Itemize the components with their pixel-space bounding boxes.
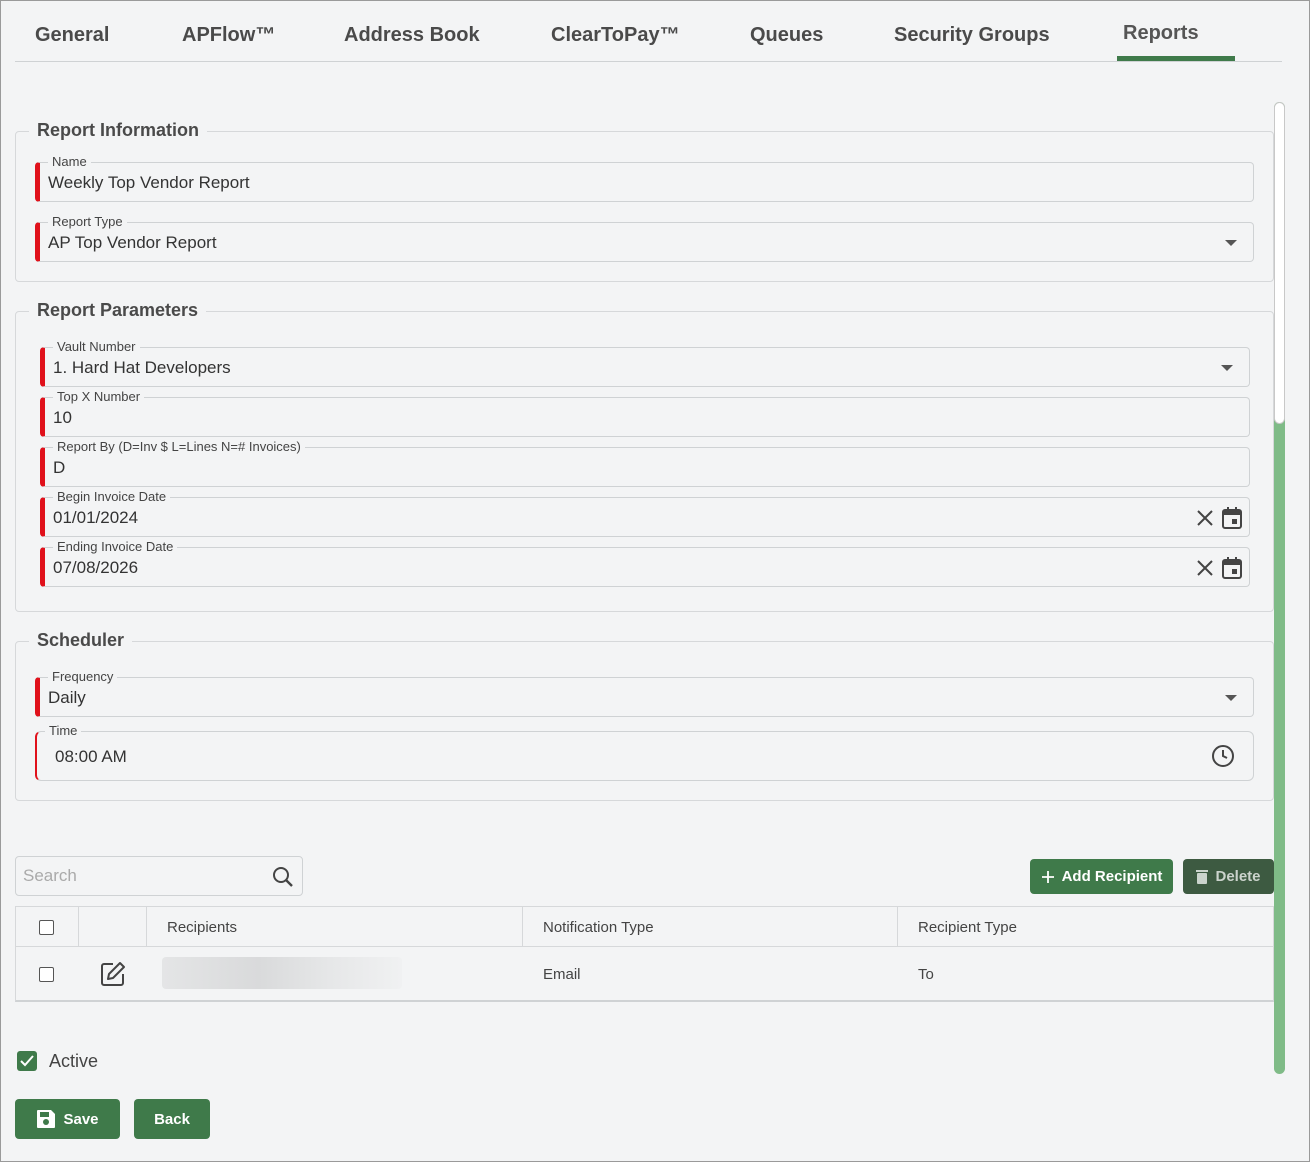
search-box <box>15 856 303 896</box>
add-recipient-button[interactable]: Add Recipient <box>1030 859 1173 894</box>
back-button[interactable]: Back <box>134 1099 210 1139</box>
vault-number-value: 1. Hard Hat Developers <box>53 358 231 377</box>
search-input[interactable] <box>16 857 266 895</box>
select-all-checkbox[interactable] <box>39 919 54 935</box>
scrollbar-thumb[interactable] <box>1274 102 1285 424</box>
report-parameters-section: Report Parameters Vault Number 1. Hard H… <box>15 300 1274 612</box>
vault-number-select[interactable]: Vault Number 1. Hard Hat Developers <box>40 339 1250 387</box>
notification-type-cell: Email <box>543 965 581 983</box>
chevron-down-icon[interactable] <box>1225 695 1237 701</box>
report-type-value: AP Top Vendor Report <box>48 233 217 252</box>
report-type-select[interactable]: Report Type AP Top Vendor Report <box>35 214 1254 262</box>
tab-apflow[interactable]: APFlow™ <box>182 24 275 47</box>
report-by-value: D <box>53 458 66 477</box>
recipients-column-header[interactable]: Recipients <box>147 907 523 947</box>
delete-button[interactable]: Delete <box>1183 859 1274 894</box>
back-label: Back <box>154 1110 190 1128</box>
name-value: Weekly Top Vendor Report <box>48 173 250 192</box>
save-button[interactable]: Save <box>15 1099 120 1139</box>
recipients-table: Recipients Notification Type Recipient T… <box>15 906 1274 1002</box>
scheduler-section: Scheduler Frequency Daily Time 08:00 AM <box>15 630 1274 801</box>
tab-bar: General APFlow™ Address Book ClearToPay™… <box>15 0 1282 62</box>
report-by-field[interactable]: Report By (D=Inv $ L=Lines N=# Invoices)… <box>40 439 1250 487</box>
chevron-down-icon[interactable] <box>1221 365 1233 371</box>
begin-invoice-date-field[interactable]: Begin Invoice Date 01/01/2024 <box>40 489 1250 537</box>
recipient-redacted <box>162 957 402 989</box>
add-recipient-label: Add Recipient <box>1061 868 1163 885</box>
top-x-number-value: 10 <box>53 408 72 427</box>
active-tab-indicator <box>1117 56 1235 61</box>
top-x-number-field[interactable]: Top X Number 10 <box>40 389 1250 437</box>
field-label: Top X Number <box>53 389 145 404</box>
check-icon <box>20 1055 34 1067</box>
active-label: Active <box>49 1050 99 1071</box>
save-icon <box>37 1110 56 1128</box>
field-label: Report Type <box>48 214 127 229</box>
begin-invoice-date-value: 01/01/2024 <box>53 508 139 527</box>
recipient-type-column-header[interactable]: Recipient Type <box>898 907 1275 947</box>
edit-column-header <box>79 907 147 947</box>
clear-icon[interactable] <box>1195 558 1215 578</box>
time-value: 08:00 AM <box>55 747 127 766</box>
notification-type-column-header[interactable]: Notification Type <box>523 907 898 947</box>
plus-icon <box>1041 870 1054 883</box>
tab-security-groups[interactable]: Security Groups <box>894 24 1050 47</box>
ending-invoice-date-field[interactable]: Ending Invoice Date 07/08/2026 <box>40 539 1250 587</box>
search-icon[interactable] <box>272 866 294 888</box>
tab-address-book[interactable]: Address Book <box>344 24 480 47</box>
table-header: Recipients Notification Type Recipient T… <box>16 907 1273 947</box>
active-toggle[interactable]: Active <box>17 1050 98 1072</box>
tab-cleartopay[interactable]: ClearToPay™ <box>551 24 680 47</box>
calendar-icon[interactable] <box>1221 506 1243 530</box>
ending-invoice-date-value: 07/08/2026 <box>53 558 139 577</box>
row-edit-cell <box>79 947 147 1001</box>
frequency-select[interactable]: Frequency Daily <box>35 669 1254 717</box>
name-field[interactable]: Name Weekly Top Vendor Report <box>35 154 1254 202</box>
field-label: Name <box>48 154 91 169</box>
tab-reports[interactable]: Reports <box>1123 22 1199 45</box>
report-information-section: Report Information Name Weekly Top Vendo… <box>15 120 1274 282</box>
section-title: Report Parameters <box>29 300 207 321</box>
calendar-icon[interactable] <box>1221 556 1243 580</box>
row-select-cell <box>16 947 79 1001</box>
field-label: Time <box>45 723 82 738</box>
section-title: Report Information <box>29 120 207 141</box>
select-all-cell <box>16 907 79 947</box>
recipient-type-cell: To <box>918 965 934 983</box>
tab-queues[interactable]: Queues <box>750 24 823 47</box>
field-label: Vault Number <box>53 339 140 354</box>
frequency-value: Daily <box>48 688 86 707</box>
field-label: Frequency <box>48 669 118 684</box>
clear-icon[interactable] <box>1195 508 1215 528</box>
field-label: Begin Invoice Date <box>53 489 171 504</box>
time-picker[interactable]: Time 08:00 AM <box>35 723 1254 781</box>
section-title: Scheduler <box>29 630 133 651</box>
clock-icon[interactable] <box>1211 744 1235 768</box>
edit-icon[interactable] <box>99 960 127 988</box>
trash-icon <box>1196 870 1209 884</box>
field-label: Report By (D=Inv $ L=Lines N=# Invoices) <box>53 439 305 454</box>
delete-label: Delete <box>1215 868 1261 885</box>
row-checkbox[interactable] <box>39 966 54 982</box>
save-label: Save <box>63 1110 99 1128</box>
chevron-down-icon[interactable] <box>1225 240 1237 246</box>
tab-general[interactable]: General <box>35 24 109 47</box>
active-checkbox[interactable] <box>17 1051 37 1071</box>
field-label: Ending Invoice Date <box>53 539 178 554</box>
